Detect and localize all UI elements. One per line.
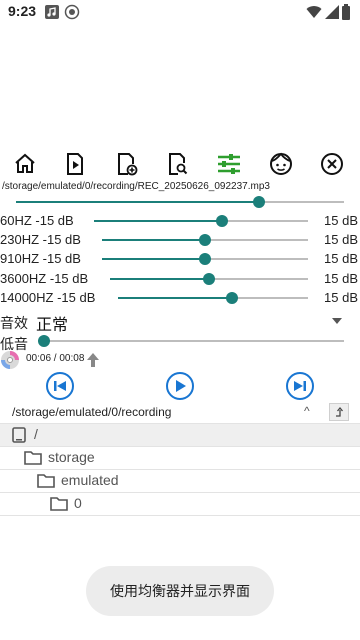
list-item-name: storage	[48, 449, 95, 465]
eq-band-slider[interactable]	[102, 253, 308, 265]
list-item[interactable]: storage	[0, 446, 360, 469]
play-icon	[176, 380, 186, 392]
next-button[interactable]	[286, 372, 314, 400]
eq-band-max: 15 dB	[324, 290, 358, 305]
close-icon	[321, 153, 343, 175]
toolbar	[0, 150, 360, 180]
eq-band-max: 15 dB	[324, 271, 358, 286]
chevron-down-icon[interactable]	[332, 318, 342, 324]
add-file-button[interactable]	[112, 150, 140, 178]
slider-thumb[interactable]	[38, 335, 50, 347]
search-file-icon	[169, 153, 188, 175]
previous-button[interactable]	[46, 372, 74, 400]
eq-band-slider[interactable]	[102, 234, 308, 246]
face-icon	[270, 152, 292, 175]
eq-band-label: 910HZ -15 dB	[0, 251, 81, 266]
file-list: / storage emulated 0	[0, 423, 360, 516]
skip-previous-icon	[54, 381, 66, 391]
list-item[interactable]: emulated	[0, 469, 360, 492]
open-playlist-button[interactable]	[61, 150, 89, 178]
slider-fill	[94, 220, 223, 222]
disc-icon	[1, 351, 19, 369]
eq-band-slider[interactable]	[118, 292, 308, 304]
play-file-icon	[67, 153, 83, 175]
search-file-button[interactable]	[163, 150, 191, 178]
list-item-name: 0	[74, 495, 82, 511]
eq-band-max: 15 dB	[324, 251, 358, 266]
folder-icon	[50, 497, 68, 511]
folder-icon	[37, 474, 55, 488]
chevron-up-icon[interactable]: ^	[304, 404, 310, 418]
eq-band-label: 3600HZ -15 dB	[0, 271, 89, 286]
play-button[interactable]	[166, 372, 194, 400]
eq-band-label: 60HZ -15 dB	[0, 213, 74, 228]
list-item-name: emulated	[61, 472, 119, 488]
close-button[interactable]	[318, 150, 346, 178]
device-icon	[12, 427, 26, 443]
slider-thumb[interactable]	[199, 234, 211, 246]
slider-thumb[interactable]	[226, 292, 238, 304]
eq-band-slider[interactable]	[94, 215, 308, 227]
slider-fill	[110, 278, 209, 280]
slider-fill	[102, 239, 205, 241]
slider-thumb[interactable]	[252, 196, 265, 208]
parent-folder-button[interactable]	[329, 403, 349, 421]
slider-fill	[16, 201, 259, 203]
effect-label: 音效	[0, 315, 28, 331]
record-notification-icon	[64, 4, 80, 20]
eq-band-max: 15 dB	[324, 213, 358, 228]
playback-position-slider[interactable]	[16, 196, 344, 208]
browser-path: /storage/emulated/0/recording	[12, 405, 172, 419]
battery-icon	[342, 4, 350, 20]
eq-band-max: 15 dB	[324, 232, 358, 247]
folder-icon	[24, 451, 42, 465]
playback-time: 00:06 / 00:08	[26, 353, 85, 364]
status-time: 9:23	[8, 3, 37, 19]
home-icon	[15, 153, 35, 173]
home-button[interactable]	[11, 150, 39, 178]
status-bar: 9:23	[0, 0, 360, 24]
current-file-path: /storage/emulated/0/recording/REC_202506…	[2, 181, 270, 192]
effect-select[interactable]: 正常	[36, 311, 68, 335]
slider-fill	[118, 297, 232, 299]
slider-thumb[interactable]	[199, 253, 211, 265]
eq-band-label: 230HZ -15 dB	[0, 232, 81, 247]
slider-fill	[102, 258, 205, 260]
signal-icon	[325, 5, 339, 19]
wifi-icon	[306, 6, 322, 18]
toast-message: 使用均衡器并显示界面	[86, 566, 274, 616]
eq-band-slider[interactable]	[110, 273, 308, 285]
list-item[interactable]: 0	[0, 492, 360, 516]
slider-thumb[interactable]	[216, 215, 229, 227]
list-item[interactable]: /	[0, 423, 360, 446]
equalizer-icon	[218, 154, 240, 174]
face-button[interactable]	[267, 150, 295, 178]
add-file-icon	[118, 153, 138, 176]
bass-slider[interactable]	[38, 335, 344, 347]
arrow-up-icon[interactable]	[86, 352, 100, 368]
return-up-icon	[336, 407, 343, 417]
skip-next-icon	[294, 381, 306, 391]
playback-time-row: 00:06 / 00:08	[0, 350, 200, 370]
equalizer-button[interactable]	[215, 150, 243, 178]
music-notification-icon	[45, 5, 59, 19]
list-item-name: /	[34, 426, 38, 442]
eq-band-label: 14000HZ -15 dB	[0, 290, 96, 305]
slider-thumb[interactable]	[203, 273, 215, 285]
